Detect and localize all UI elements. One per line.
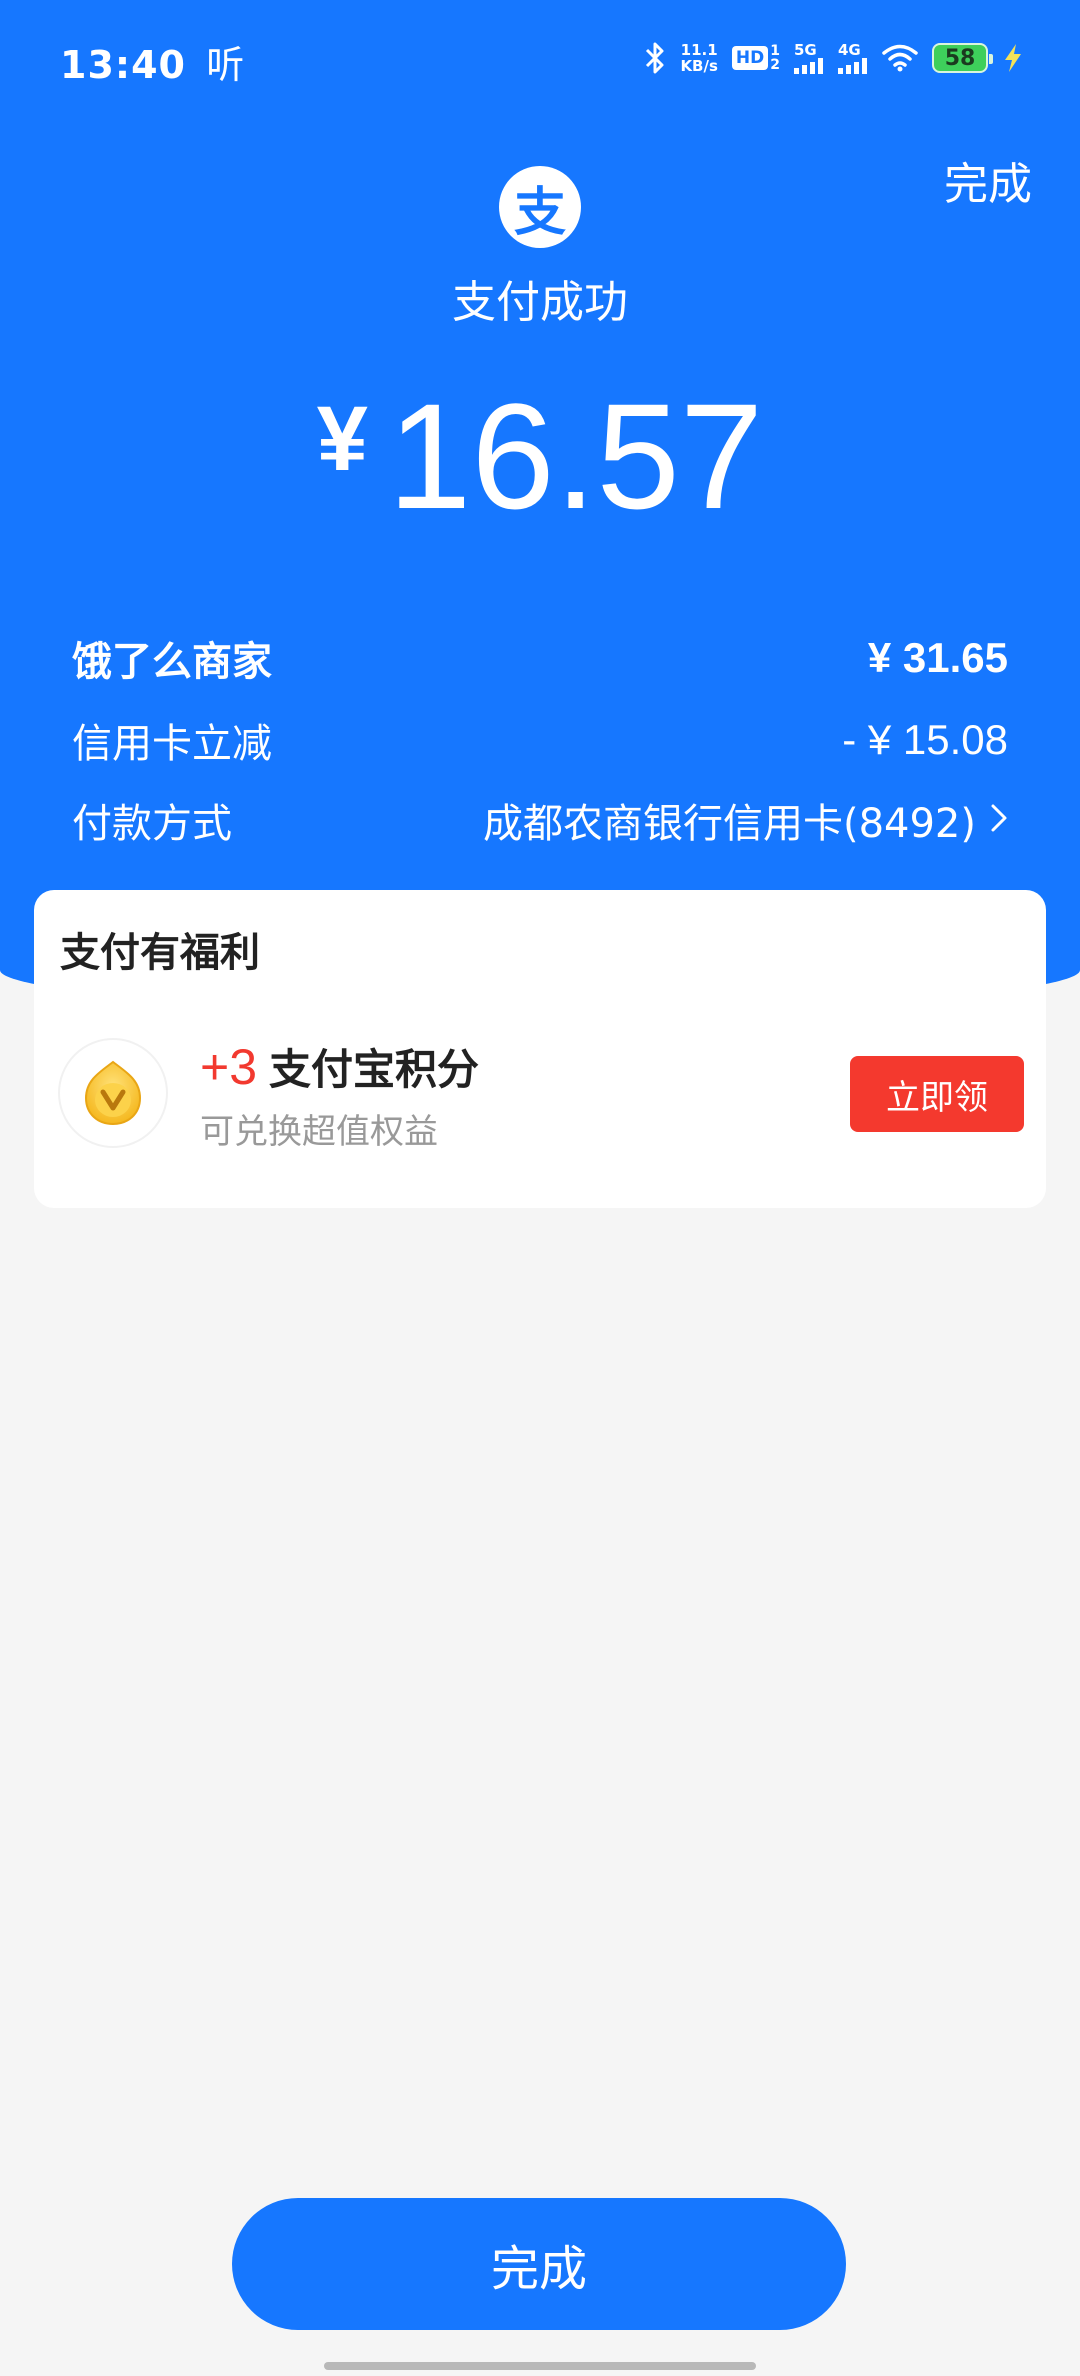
points-subtitle: 可兑换超值权益 xyxy=(200,1112,438,1152)
points-label: 支付宝积分 xyxy=(269,1045,480,1094)
benefits-card: 支付有福利 +3 支付宝积分 可兑换超值权益 立即领 xyxy=(34,890,1046,1208)
merchant-row: 饿了么商家 ¥ 31.65 xyxy=(72,628,1008,688)
merchant-amount: ¥ 31.65 xyxy=(867,634,1008,681)
bluetooth-icon xyxy=(644,41,666,75)
hd-icon: HD 12 xyxy=(731,44,780,72)
payment-method-row[interactable]: 付款方式 成都农商银行信用卡(8492) xyxy=(72,790,1008,850)
status-bar: 13:40 听 11.1 KB/s HD 12 5G 4G 58 xyxy=(0,0,1080,115)
payment-success-title: 支付成功 xyxy=(452,277,628,328)
battery-icon: 58 xyxy=(932,43,993,73)
benefits-title: 支付有福利 xyxy=(60,930,260,976)
payment-method-label: 付款方式 xyxy=(72,801,232,847)
amount-value: 16.57 xyxy=(387,372,764,540)
merchant-label: 饿了么商家 xyxy=(72,639,272,685)
status-extra: 听 xyxy=(206,43,246,87)
discount-amount: - ¥ 15.08 xyxy=(842,716,1008,763)
alipay-logo: 支 xyxy=(499,166,581,248)
charging-icon xyxy=(1002,43,1024,73)
chevron-right-icon xyxy=(990,797,1008,843)
home-indicator[interactable] xyxy=(324,2362,756,2370)
discount-row: 信用卡立减 - ¥ 15.08 xyxy=(72,710,1008,770)
signal-5g-icon: 5G xyxy=(794,42,824,74)
signal-4g-icon: 4G xyxy=(838,42,868,74)
status-icons: 11.1 KB/s HD 12 5G 4G 58 xyxy=(644,36,1024,80)
discount-label: 信用卡立减 xyxy=(72,721,272,767)
network-speed: 11.1 KB/s xyxy=(680,41,718,75)
points-amount: +3 xyxy=(200,1039,258,1095)
top-done-button[interactable]: 完成 xyxy=(944,148,1032,212)
alipay-logo-glyph: 支 xyxy=(513,182,566,243)
payment-method-value-wrap: 成都农商银行信用卡(8492) xyxy=(483,791,1008,849)
payment-amount: ¥16.57 xyxy=(0,370,1080,543)
status-time: 13:40 听 xyxy=(60,43,246,87)
payment-method-value: 成都农商银行信用卡(8492) xyxy=(482,801,976,847)
claim-now-button[interactable]: 立即领 xyxy=(850,1056,1024,1132)
amount-currency: ¥ xyxy=(316,388,368,490)
bottom-done-button[interactable]: 完成 xyxy=(232,2198,846,2330)
points-line: +3 支付宝积分 xyxy=(200,1036,479,1097)
wifi-icon xyxy=(882,44,918,72)
v-coin-icon xyxy=(58,1038,168,1148)
